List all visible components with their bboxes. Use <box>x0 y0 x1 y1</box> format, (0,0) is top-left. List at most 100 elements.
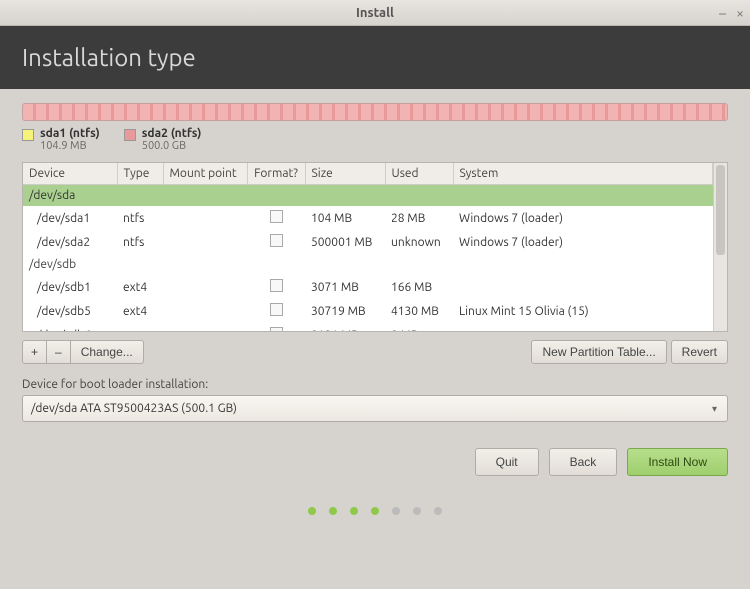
quit-button[interactable]: Quit <box>475 448 539 476</box>
scrollbar[interactable] <box>713 163 727 331</box>
cell-type: ext4 <box>117 275 163 299</box>
cell-used: 166 MB <box>385 275 453 299</box>
progress-dot <box>350 507 358 515</box>
table-row[interactable]: /dev/sda <box>23 185 713 207</box>
cell-format <box>247 275 305 299</box>
progress-dot <box>413 507 421 515</box>
cell-mount <box>163 323 247 331</box>
legend-size: 500.0 GB <box>142 140 202 152</box>
table-body: /dev/sda /dev/sda1 ntfs 104 MB 28 MB Win… <box>23 185 713 332</box>
cell-used: unknown <box>385 230 453 254</box>
cell-device: /dev/sda <box>23 185 713 207</box>
bootloader-value: /dev/sda ATA ST9500423AS (500.1 GB) <box>31 402 237 415</box>
table-row[interactable]: /dev/sdb <box>23 254 713 275</box>
format-checkbox[interactable] <box>270 234 283 247</box>
partition-table: Device Type Mount point Format? Size Use… <box>22 162 728 332</box>
cell-system <box>453 323 713 331</box>
table-row[interactable]: /dev/sda2 ntfs 500001 MB unknown Windows… <box>23 230 713 254</box>
cell-system: Windows 7 (loader) <box>453 230 713 254</box>
cell-size: 104 MB <box>305 206 385 230</box>
table-row[interactable]: /dev/sdb6 swap 8191 MB 0 MB <box>23 323 713 331</box>
cell-type: ntfs <box>117 206 163 230</box>
titlebar[interactable]: Install – × <box>0 0 750 26</box>
new-partition-table-button[interactable]: New Partition Table... <box>531 340 666 364</box>
header: Installation type <box>0 26 750 89</box>
add-button[interactable]: + <box>22 340 47 364</box>
back-button[interactable]: Back <box>549 448 618 476</box>
cell-size: 500001 MB <box>305 230 385 254</box>
cell-used: 4130 MB <box>385 299 453 323</box>
bootloader-device-select[interactable]: /dev/sda ATA ST9500423AS (500.1 GB) <box>22 395 728 422</box>
window-controls: – × <box>719 5 744 21</box>
swatch-icon <box>124 129 136 141</box>
cell-format <box>247 206 305 230</box>
format-checkbox[interactable] <box>270 303 283 316</box>
minimize-icon[interactable]: – <box>719 5 726 21</box>
col-format[interactable]: Format? <box>247 163 305 185</box>
progress-dot <box>308 507 316 515</box>
cell-format <box>247 323 305 331</box>
close-icon[interactable]: × <box>736 5 744 21</box>
cell-mount <box>163 206 247 230</box>
cell-format <box>247 230 305 254</box>
content: sda1 (ntfs) 104.9 MB sda2 (ntfs) 500.0 G… <box>0 89 750 589</box>
disk-usage-bar[interactable] <box>22 103 728 121</box>
progress-dot <box>329 507 337 515</box>
footer-buttons: Quit Back Install Now <box>22 448 728 476</box>
col-system[interactable]: System <box>453 163 713 185</box>
legend-name: sda1 (ntfs) <box>40 127 100 140</box>
cell-type: swap <box>117 323 163 331</box>
legend-name: sda2 (ntfs) <box>142 127 202 140</box>
cell-mount <box>163 299 247 323</box>
progress-dot <box>392 507 400 515</box>
cell-device: /dev/sda1 <box>23 206 117 230</box>
cell-size: 8191 MB <box>305 323 385 331</box>
progress-dot <box>371 507 379 515</box>
window-title: Install <box>0 6 750 20</box>
cell-mount <box>163 230 247 254</box>
col-type[interactable]: Type <box>117 163 163 185</box>
revert-button[interactable]: Revert <box>671 340 728 364</box>
progress-dots <box>22 476 728 534</box>
col-device[interactable]: Device <box>23 163 117 185</box>
install-window: Install – × Installation type sda1 (ntfs… <box>0 0 750 589</box>
format-checkbox[interactable] <box>270 327 283 331</box>
col-mount[interactable]: Mount point <box>163 163 247 185</box>
cell-system: Linux Mint 15 Olivia (15) <box>453 299 713 323</box>
cell-device: /dev/sdb6 <box>23 323 117 331</box>
remove-button[interactable]: – <box>47 340 71 364</box>
cell-device: /dev/sdb1 <box>23 275 117 299</box>
progress-dot <box>434 507 442 515</box>
scrollbar-thumb[interactable] <box>716 165 725 255</box>
change-button[interactable]: Change... <box>71 340 144 364</box>
legend-item: sda1 (ntfs) 104.9 MB <box>22 127 100 152</box>
table-row[interactable]: /dev/sdb5 ext4 30719 MB 4130 MB Linux Mi… <box>23 299 713 323</box>
cell-device: /dev/sdb <box>23 254 713 275</box>
table-header-row[interactable]: Device Type Mount point Format? Size Use… <box>23 163 713 185</box>
format-checkbox[interactable] <box>270 210 283 223</box>
bootloader-label: Device for boot loader installation: <box>22 378 728 391</box>
cell-device: /dev/sda2 <box>23 230 117 254</box>
cell-system <box>453 275 713 299</box>
cell-system: Windows 7 (loader) <box>453 206 713 230</box>
cell-type: ntfs <box>117 230 163 254</box>
legend-item: sda2 (ntfs) 500.0 GB <box>124 127 202 152</box>
cell-size: 30719 MB <box>305 299 385 323</box>
cell-device: /dev/sdb5 <box>23 299 117 323</box>
cell-used: 0 MB <box>385 323 453 331</box>
partition-toolbar: + – Change... New Partition Table... Rev… <box>22 340 728 364</box>
cell-used: 28 MB <box>385 206 453 230</box>
install-now-button[interactable]: Install Now <box>627 448 728 476</box>
legend-size: 104.9 MB <box>40 140 100 152</box>
cell-format <box>247 299 305 323</box>
table-row[interactable]: /dev/sda1 ntfs 104 MB 28 MB Windows 7 (l… <box>23 206 713 230</box>
disk-legend: sda1 (ntfs) 104.9 MB sda2 (ntfs) 500.0 G… <box>22 127 728 152</box>
cell-size: 3071 MB <box>305 275 385 299</box>
swatch-icon <box>22 129 34 141</box>
col-used[interactable]: Used <box>385 163 453 185</box>
cell-type: ext4 <box>117 299 163 323</box>
table-row[interactable]: /dev/sdb1 ext4 3071 MB 166 MB <box>23 275 713 299</box>
col-size[interactable]: Size <box>305 163 385 185</box>
page-title: Installation type <box>22 44 728 71</box>
format-checkbox[interactable] <box>270 279 283 292</box>
